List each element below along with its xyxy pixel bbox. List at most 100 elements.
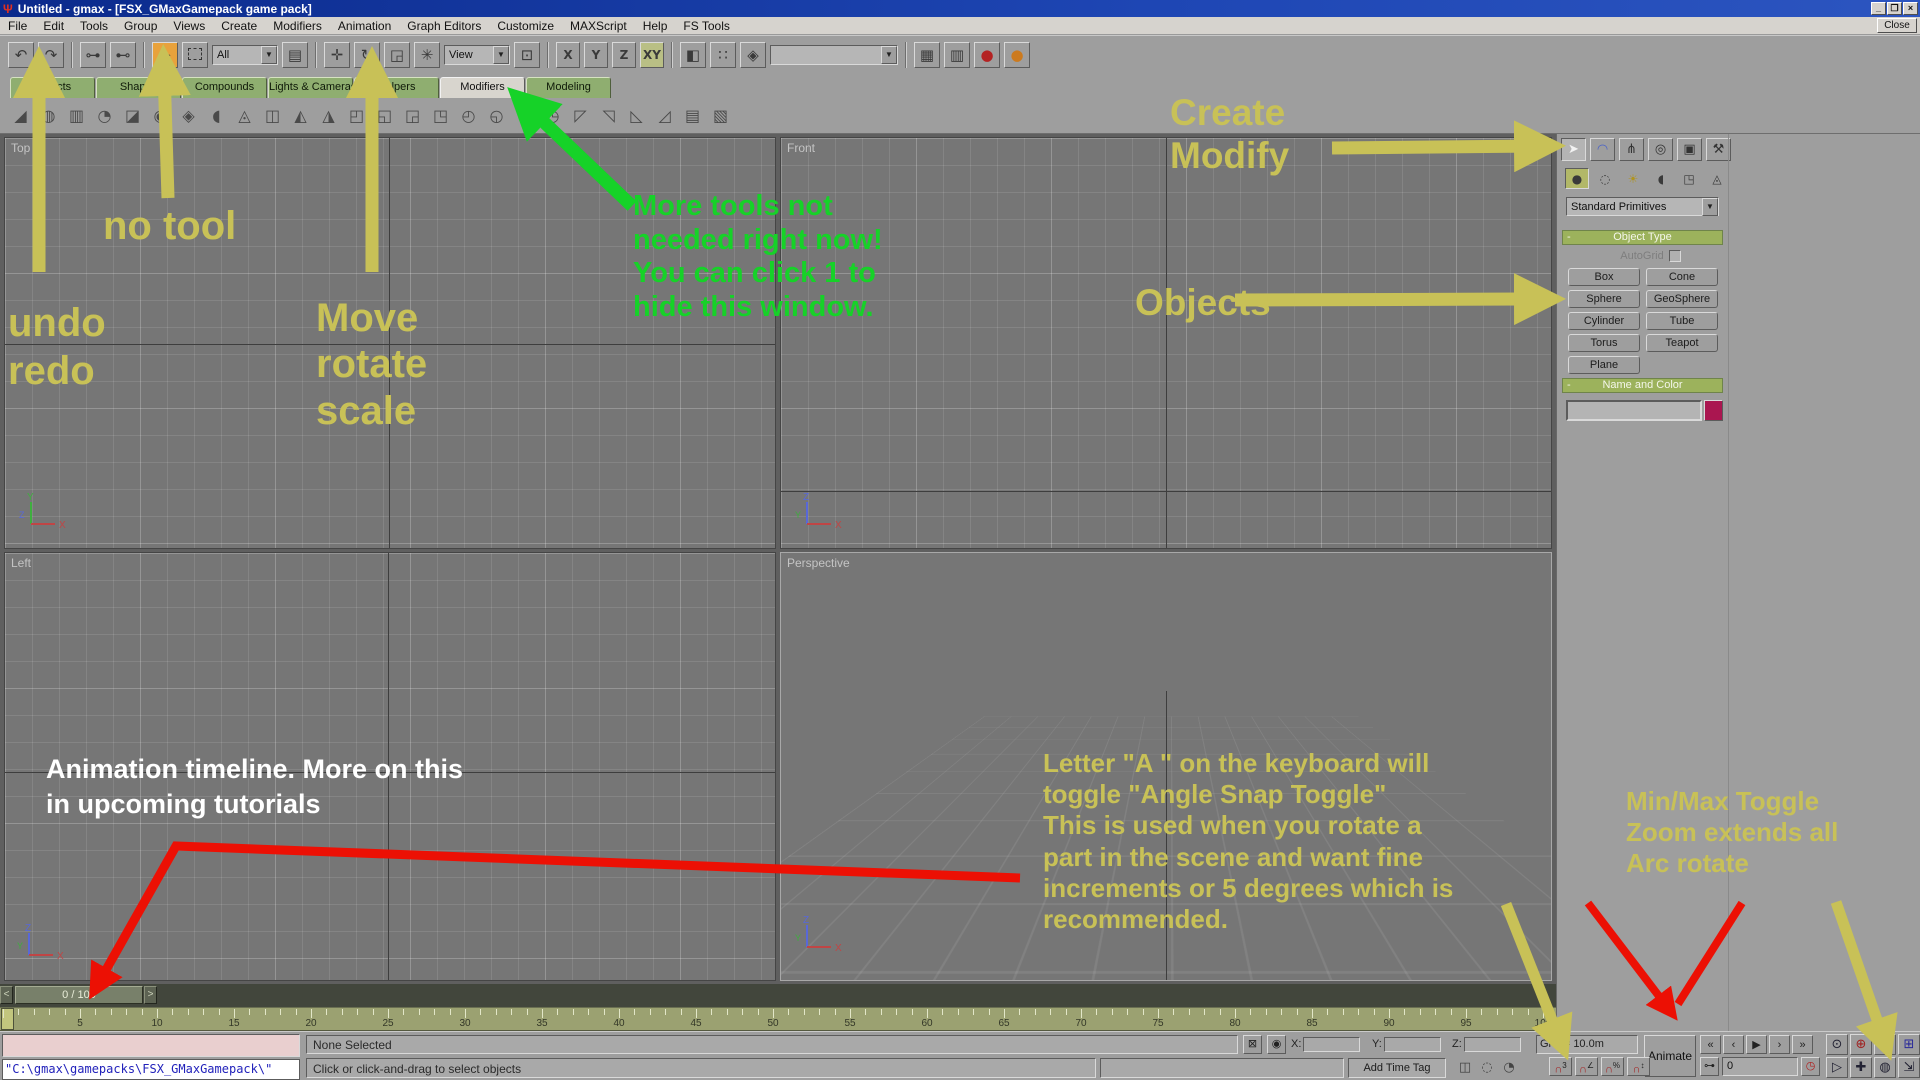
- modifier-tool-icon-21[interactable]: ◸: [568, 103, 593, 128]
- restrict-z-button[interactable]: Z: [612, 42, 636, 68]
- play-button[interactable]: ▶: [1746, 1035, 1767, 1054]
- menu-group[interactable]: Group: [116, 18, 165, 34]
- time-configuration-icon[interactable]: ◷: [1801, 1057, 1820, 1076]
- modifier-tool-icon-25[interactable]: ▤: [680, 103, 705, 128]
- space-warps-button[interactable]: ◬: [1705, 168, 1729, 189]
- object-type-rollout-header[interactable]: - Object Type: [1562, 230, 1723, 245]
- modifier-tool-icon-2[interactable]: ◍: [36, 103, 61, 128]
- go-to-end-button[interactable]: »: [1792, 1035, 1813, 1054]
- display-tab[interactable]: ▣: [1677, 138, 1702, 161]
- sphere-button[interactable]: Sphere: [1568, 290, 1640, 308]
- menu-help[interactable]: Help: [635, 18, 676, 34]
- selection-region-button[interactable]: [182, 42, 208, 68]
- tab-helpers[interactable]: Helpers: [354, 77, 439, 98]
- tab-modifiers[interactable]: Modifiers: [440, 77, 525, 98]
- snaps-toggle-button[interactable]: ▦: [914, 42, 940, 68]
- modifier-tool-icon-3[interactable]: ▥: [64, 103, 89, 128]
- modifier-tool-icon-10[interactable]: ◫: [260, 103, 285, 128]
- object-name-field[interactable]: [1566, 400, 1702, 421]
- helpers-button[interactable]: ◳: [1677, 168, 1701, 189]
- modifier-tool-icon-1[interactable]: ◢: [8, 103, 33, 128]
- menu-file[interactable]: File: [0, 18, 35, 34]
- modifier-tool-icon-24[interactable]: ◿: [652, 103, 677, 128]
- minimize-button[interactable]: _: [1871, 2, 1886, 15]
- field-of-view-button[interactable]: ▷: [1826, 1057, 1848, 1078]
- selection-lock-icon[interactable]: ⊠: [1243, 1035, 1262, 1054]
- menu-create[interactable]: Create: [213, 18, 265, 34]
- geosphere-button[interactable]: GeoSphere: [1646, 290, 1718, 308]
- viewport-front[interactable]: Front ZXY: [780, 137, 1552, 549]
- pan-button[interactable]: ✚: [1850, 1057, 1872, 1078]
- select-object-button[interactable]: ➤: [152, 42, 178, 68]
- align-button[interactable]: ◈: [740, 42, 766, 68]
- angle-snap-toggle-button[interactable]: ∩∠: [1575, 1057, 1598, 1076]
- modifier-tool-icon-18[interactable]: ◵: [484, 103, 509, 128]
- geometry-button[interactable]: ●: [1565, 168, 1589, 189]
- modifier-tool-icon-7[interactable]: ◈: [176, 103, 201, 128]
- teapot-button[interactable]: Teapot: [1646, 334, 1718, 352]
- chevron-down-icon[interactable]: ▼: [493, 46, 509, 64]
- time-slider[interactable]: 0 / 100: [15, 986, 143, 1004]
- zoom-extents-button[interactable]: ⊡: [1874, 1034, 1896, 1055]
- named-selections-dropdown[interactable]: ▼: [770, 45, 898, 65]
- select-and-move-button[interactable]: ✛: [324, 42, 350, 68]
- modifier-tool-icon-16[interactable]: ◳: [428, 103, 453, 128]
- time-tag-mode-button[interactable]: ◔: [1499, 1058, 1519, 1076]
- layers-button[interactable]: ▥: [944, 42, 970, 68]
- viewport-top[interactable]: Top YXZ: [4, 137, 776, 549]
- unlink-selection-button[interactable]: ⊷: [110, 42, 136, 68]
- modifier-tool-icon-19[interactable]: ◶: [512, 103, 537, 128]
- restore-button[interactable]: ❐: [1887, 2, 1902, 15]
- title-bar[interactable]: Ψ Untitled - gmax - [FSX_GMaxGamepack ga…: [0, 0, 1920, 17]
- select-and-link-button[interactable]: ⊶: [80, 42, 106, 68]
- x-coord-field[interactable]: [1303, 1037, 1360, 1052]
- spinner-snap-button[interactable]: ∩↕: [1627, 1057, 1650, 1076]
- render-button[interactable]: ●: [1004, 42, 1030, 68]
- next-frame-button[interactable]: ›: [1769, 1035, 1790, 1054]
- autogrid-checkbox[interactable]: [1669, 250, 1681, 262]
- mirror-button[interactable]: ◧: [680, 42, 706, 68]
- maxscript-listener-output[interactable]: [2, 1034, 300, 1057]
- previous-key-button[interactable]: <: [0, 986, 13, 1004]
- menu-modifiers[interactable]: Modifiers: [265, 18, 330, 34]
- cylinder-button[interactable]: Cylinder: [1568, 312, 1640, 330]
- snap-toggle-button[interactable]: ∩3: [1549, 1057, 1572, 1076]
- select-by-name-button[interactable]: ▤: [282, 42, 308, 68]
- modify-tab[interactable]: ◠: [1590, 138, 1615, 161]
- modifier-tool-icon-9[interactable]: ◬: [232, 103, 257, 128]
- go-to-start-button[interactable]: «: [1700, 1035, 1721, 1054]
- modifier-tool-icon-6[interactable]: ◉: [148, 103, 173, 128]
- current-frame-field[interactable]: 0: [1722, 1057, 1798, 1076]
- create-tab[interactable]: ➤: [1561, 138, 1586, 161]
- modifier-tool-icon-4[interactable]: ◔: [92, 103, 117, 128]
- modifier-tool-icon-14[interactable]: ◱: [372, 103, 397, 128]
- modifier-tool-icon-20[interactable]: ◷: [540, 103, 565, 128]
- restrict-xy-button[interactable]: XY: [640, 42, 664, 68]
- tab-objects[interactable]: Objects: [10, 77, 95, 98]
- z-coord-field[interactable]: [1464, 1037, 1521, 1052]
- modifier-tool-icon-12[interactable]: ◮: [316, 103, 341, 128]
- tab-modeling[interactable]: Modeling: [526, 77, 611, 98]
- min-max-toggle-button[interactable]: ⇲: [1898, 1057, 1920, 1078]
- motion-tab[interactable]: ◎: [1648, 138, 1673, 161]
- menu-fs-tools[interactable]: FS Tools: [675, 18, 737, 34]
- chevron-down-icon[interactable]: ▼: [1702, 198, 1718, 216]
- tab-shapes[interactable]: Shapes: [96, 77, 181, 98]
- modifier-tool-icon-17[interactable]: ◴: [456, 103, 481, 128]
- absolute-offset-mode-icon[interactable]: ◉: [1267, 1035, 1286, 1054]
- modifier-tool-icon-23[interactable]: ◺: [624, 103, 649, 128]
- undo-button[interactable]: ↶: [8, 42, 34, 68]
- track-bar-ruler[interactable]: 5101520253035404550556065707580859095100: [0, 1007, 1556, 1031]
- menu-customize[interactable]: Customize: [489, 18, 562, 34]
- use-pivot-center-button[interactable]: ⊡: [514, 42, 540, 68]
- menu-graph-editors[interactable]: Graph Editors: [399, 18, 489, 34]
- tab-lights-cameras[interactable]: Lights & Cameras: [268, 77, 353, 98]
- box-button[interactable]: Box: [1568, 268, 1640, 286]
- tube-button[interactable]: Tube: [1646, 312, 1718, 330]
- previous-frame-button[interactable]: ‹: [1723, 1035, 1744, 1054]
- shapes-button[interactable]: ◌: [1593, 168, 1617, 189]
- menu-tools[interactable]: Tools: [72, 18, 116, 34]
- zoom-extents-all-button[interactable]: ⊞: [1898, 1034, 1920, 1055]
- selection-filter-dropdown[interactable]: All▼: [212, 45, 278, 65]
- material-editor-button[interactable]: ●: [974, 42, 1000, 68]
